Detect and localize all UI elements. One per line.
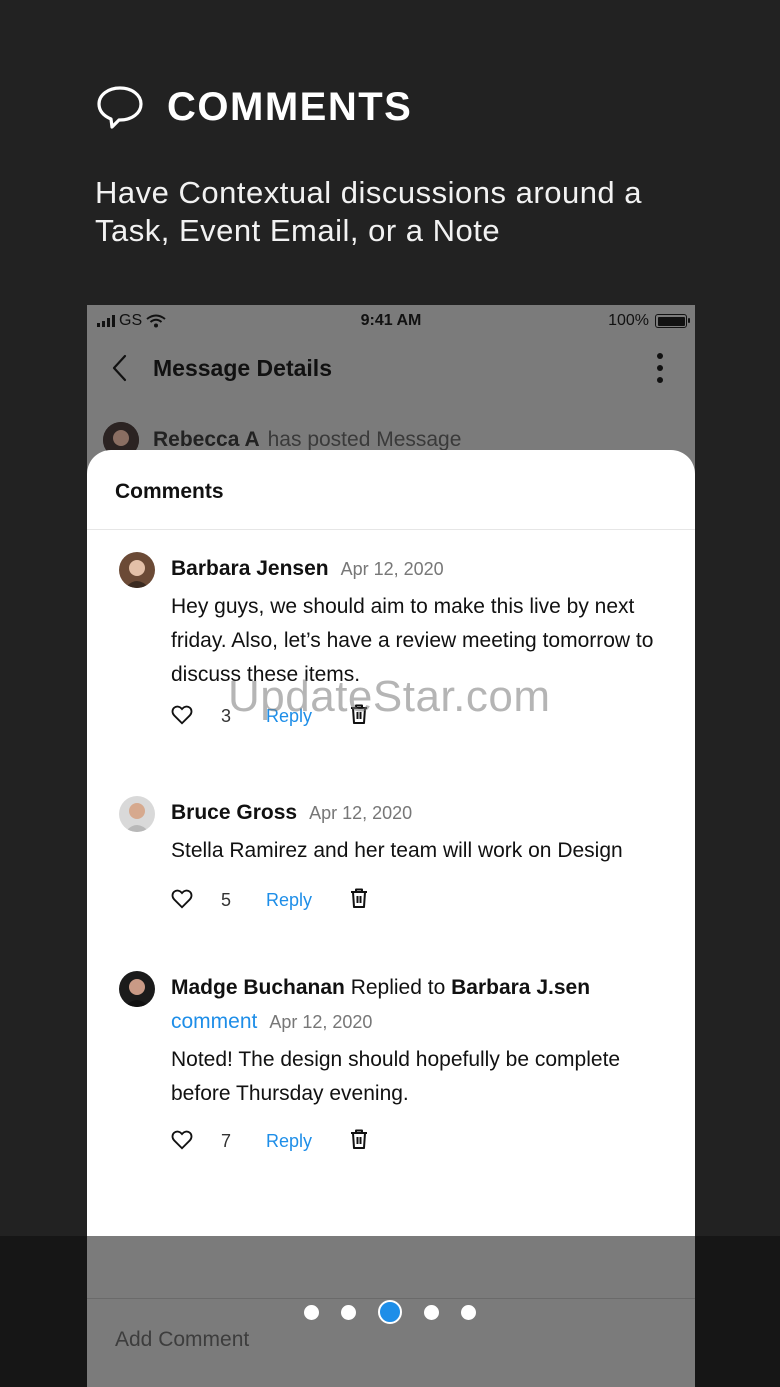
hero-title: COMMENTS — [95, 82, 412, 132]
comment-link[interactable]: comment — [171, 1010, 257, 1033]
battery-icon — [655, 314, 690, 328]
pager-dot[interactable] — [461, 1304, 476, 1320]
comment-author[interactable]: Madge Buchanan — [171, 976, 345, 999]
comment-author[interactable]: Barbara Jensen — [171, 557, 329, 580]
avatar — [119, 971, 155, 1007]
comment-date: Apr 12, 2020 — [340, 559, 444, 579]
comments-sheet: Comments Barbara Jensen Apr 12, 2020 Hey … — [87, 450, 695, 1236]
chevron-left-icon[interactable] — [109, 353, 131, 383]
comment-text: Noted! The design should hopefully be co… — [171, 1048, 621, 1105]
comment-text: Stella Ramirez and her team will work on… — [171, 839, 623, 862]
pager-dot[interactable] — [424, 1304, 439, 1320]
hero-subtitle: Have Contextual discussions around a Tas… — [95, 175, 643, 248]
comment-date: Apr 12, 2020 — [269, 1012, 373, 1032]
hero-heading: COMMENTS — [167, 84, 413, 129]
posted-action: has posted Message — [267, 428, 462, 451]
battery-percent: 100% — [608, 312, 649, 329]
watermark: UpdateStar.com — [228, 672, 551, 721]
page-title: Message Details — [153, 355, 332, 381]
reply-button[interactable]: Reply — [266, 890, 312, 911]
status-bar: GS 9:41 AM 100% — [87, 305, 695, 337]
like-count: 5 — [221, 890, 232, 910]
avatar — [119, 552, 155, 588]
comment-date: Apr 12, 2020 — [309, 803, 413, 823]
pager-dot[interactable] — [341, 1304, 356, 1320]
heart-icon[interactable] — [171, 704, 193, 726]
chat-bubble-icon — [97, 86, 143, 129]
nav-bar: Message Details — [87, 345, 695, 391]
posted-author[interactable]: Rebecca A — [153, 428, 260, 452]
trash-icon[interactable] — [349, 887, 369, 909]
heart-icon[interactable] — [171, 1129, 193, 1151]
comment-actions: 5 Reply — [171, 884, 671, 924]
avatar — [119, 796, 155, 832]
replied-to-author[interactable]: Barbara J.sen — [451, 976, 590, 999]
pager-dot[interactable] — [304, 1304, 319, 1320]
status-time: 9:41 AM — [360, 312, 422, 329]
reply-button[interactable]: Reply — [266, 1131, 312, 1152]
phone-screen: GS 9:41 AM 100% Message Details Rebecca … — [87, 305, 695, 1387]
pager-dot[interactable] — [378, 1300, 402, 1324]
page-indicator — [0, 1300, 780, 1324]
like-count: 7 — [221, 1131, 232, 1151]
comment-author[interactable]: Bruce Gross — [171, 801, 297, 824]
more-vertical-icon[interactable] — [655, 351, 665, 385]
replied-to-label: Replied to — [350, 976, 446, 999]
trash-icon[interactable] — [349, 1128, 369, 1150]
add-comment-input[interactable]: Add Comment — [115, 1328, 249, 1352]
divider — [87, 1298, 695, 1299]
heart-icon[interactable] — [171, 888, 193, 910]
comment-actions: 7 Reply — [171, 1125, 671, 1165]
sheet-title: Comments — [87, 450, 695, 530]
